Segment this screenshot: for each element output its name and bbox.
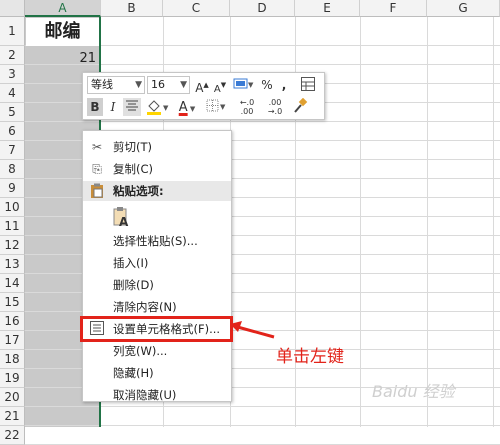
row-header-17[interactable]: 17 <box>0 331 25 350</box>
comma-style-button[interactable]: , <box>278 76 290 94</box>
svg-text:▼: ▼ <box>220 103 226 111</box>
percent-style-button[interactable]: % <box>260 76 274 94</box>
accounting-format-button[interactable]: ▼ <box>232 76 256 94</box>
row-header-12[interactable]: 12 <box>0 236 25 255</box>
svg-text:▼: ▼ <box>248 81 254 89</box>
grid-line <box>427 17 428 427</box>
menu-item-label: 取消隐藏(U) <box>113 388 177 402</box>
cell-a1[interactable]: 邮编 <box>26 18 99 46</box>
row-header-21[interactable]: 21 <box>0 407 25 426</box>
menu-item-label: 选择性粘贴(S)... <box>113 234 198 248</box>
context-menu: ✂ 剪切(T) ⎘ 复制(C) 粘贴选项: A 选择性粘贴(S)... 插入(I… <box>82 130 232 402</box>
select-all-corner[interactable] <box>0 0 25 17</box>
arrow-icon <box>230 321 275 339</box>
italic-button[interactable]: I <box>106 98 120 116</box>
menu-header-paste-options: 粘贴选项: <box>83 181 231 201</box>
column-header-g[interactable]: G <box>427 0 500 17</box>
column-header-a[interactable]: A <box>25 0 101 17</box>
grid-line <box>493 17 494 427</box>
row-header-3[interactable]: 3 <box>0 65 25 84</box>
row-header-4[interactable]: 4 <box>0 84 25 103</box>
fill-color-button[interactable]: ▼ <box>145 98 171 116</box>
chevron-down-icon: ▼ <box>180 80 187 90</box>
menu-item-label: 隐藏(H) <box>113 366 154 380</box>
spreadsheet: A B C D E F G 1 2 3 4 5 6 7 8 9 10 11 12 13 14 15 16 17 1… <box>0 0 500 445</box>
menu-item-label: 清除内容(N) <box>113 300 177 314</box>
decrease-font-icon: A <box>213 84 221 95</box>
row-header-2[interactable]: 2 <box>0 46 25 65</box>
clipboard-icon <box>89 183 105 199</box>
increase-decimal-button[interactable]: ←.0 .00 <box>235 98 259 116</box>
menu-item-insert[interactable]: 插入(I) <box>83 253 231 273</box>
grid-line <box>360 17 361 427</box>
column-header-d[interactable]: D <box>230 0 295 17</box>
row-header-7[interactable]: 7 <box>0 141 25 160</box>
paste-icon: A <box>111 206 131 229</box>
row-header-22[interactable]: 22 <box>0 426 25 445</box>
bold-button[interactable]: B <box>87 98 103 116</box>
font-size-value: 16 <box>151 78 165 91</box>
row-header-15[interactable]: 15 <box>0 293 25 312</box>
column-header-f[interactable]: F <box>360 0 427 17</box>
menu-item-clear-contents[interactable]: 清除内容(N) <box>83 297 231 317</box>
row-header-5[interactable]: 5 <box>0 103 25 122</box>
row-header-9[interactable]: 9 <box>0 179 25 198</box>
row-header-6[interactable]: 6 <box>0 122 25 141</box>
menu-item-copy[interactable]: ⎘ 复制(C) <box>83 159 231 179</box>
column-header-e[interactable]: E <box>295 0 360 17</box>
menu-item-cut[interactable]: ✂ 剪切(T) <box>83 137 231 157</box>
menu-item-label: 复制(C) <box>113 162 154 176</box>
font-color-icon: A <box>178 100 188 115</box>
increase-font-size-button[interactable]: A▲ <box>195 76 209 95</box>
menu-item-column-width[interactable]: 列宽(W)... <box>83 341 231 361</box>
row-header-13[interactable]: 13 <box>0 255 25 274</box>
format-table-button[interactable] <box>299 76 317 94</box>
chevron-down-icon: ▼ <box>135 80 142 90</box>
menu-item-hide[interactable]: 隐藏(H) <box>83 363 231 383</box>
font-name-value: 等线 <box>91 78 113 91</box>
font-size-select[interactable]: 16 ▼ <box>147 76 190 94</box>
highlight-box <box>80 316 233 342</box>
menu-item-label: 插入(I) <box>113 256 149 270</box>
menu-item-label: 粘贴选项: <box>113 184 164 198</box>
center-align-button[interactable] <box>123 98 141 116</box>
format-painter-button[interactable] <box>291 97 309 116</box>
column-header-b[interactable]: B <box>101 0 163 17</box>
copy-icon: ⎘ <box>92 162 102 176</box>
svg-text:A: A <box>119 215 129 228</box>
mini-toolbar: 等线 ▼ 16 ▼ A▲ A▼ ▼ % , B I ▼ A ▼ ▼ ←.0 .0… <box>82 72 325 120</box>
menu-item-delete[interactable]: 删除(D) <box>83 275 231 295</box>
scissors-icon: ✂ <box>91 140 103 154</box>
svg-text:▼: ▼ <box>163 104 169 112</box>
font-name-select[interactable]: 等线 ▼ <box>87 76 145 94</box>
annotation-text: 单击左键 <box>276 347 344 367</box>
row-header-10[interactable]: 10 <box>0 198 25 217</box>
menu-item-unhide[interactable]: 取消隐藏(U) <box>83 385 231 405</box>
cell-a2[interactable]: 21 <box>26 49 98 69</box>
row-header-19[interactable]: 19 <box>0 369 25 388</box>
row-header-14[interactable]: 14 <box>0 274 25 293</box>
row-header-20[interactable]: 20 <box>0 388 25 407</box>
watermark: Baidu 经验 <box>372 382 455 401</box>
menu-item-label: 剪切(T) <box>113 140 152 154</box>
decrease-font-size-button[interactable]: A▼ <box>213 76 227 95</box>
borders-button[interactable]: ▼ <box>205 98 229 116</box>
column-header-c[interactable]: C <box>163 0 230 17</box>
row-header-16[interactable]: 16 <box>0 312 25 331</box>
row-header-1[interactable]: 1 <box>0 17 25 46</box>
menu-item-paste-special[interactable]: 选择性粘贴(S)... <box>83 231 231 251</box>
grid-line <box>25 425 500 426</box>
row-header-8[interactable]: 8 <box>0 160 25 179</box>
row-header-11[interactable]: 11 <box>0 217 25 236</box>
font-color-button[interactable]: A ▼ <box>175 98 199 116</box>
grid-line <box>25 406 500 407</box>
paste-option-keep-source[interactable]: A <box>83 203 231 229</box>
menu-item-label: 删除(D) <box>113 278 154 292</box>
row-header-18[interactable]: 18 <box>0 350 25 369</box>
menu-item-label: 列宽(W)... <box>113 344 168 358</box>
decrease-decimal-button[interactable]: .00 →.0 <box>263 98 287 116</box>
